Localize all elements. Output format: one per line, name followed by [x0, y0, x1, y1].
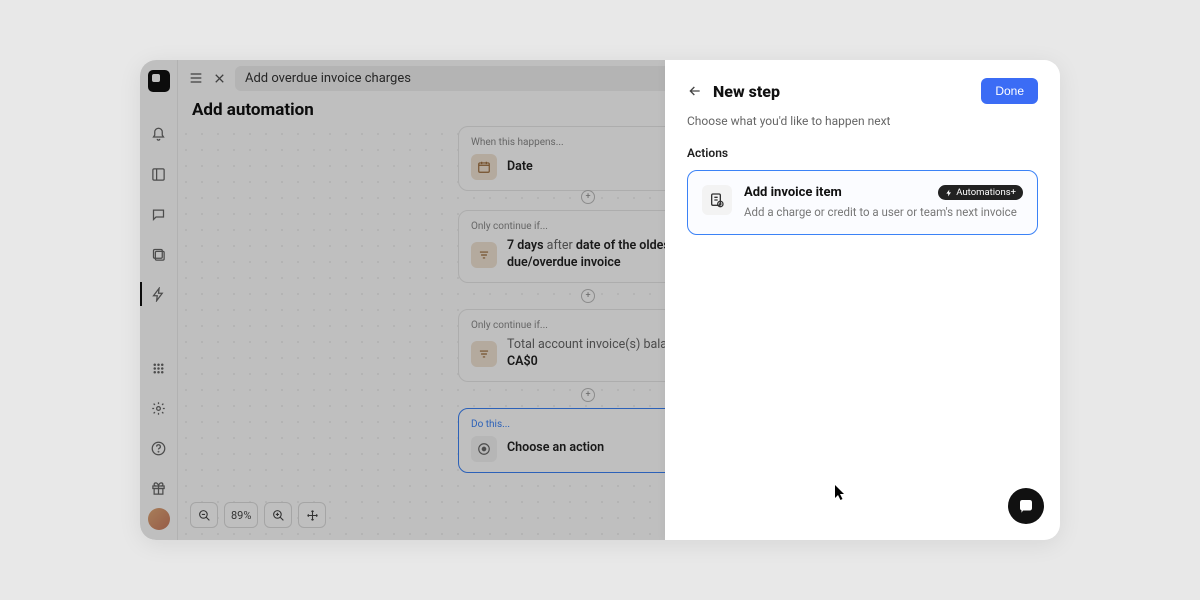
cursor-icon — [835, 485, 847, 505]
plan-badge: Automations+ — [938, 185, 1023, 200]
bell-icon[interactable] — [151, 126, 167, 142]
app-window: Add overdue invoice charges Paused Add a… — [140, 60, 1060, 540]
filter-icon — [471, 341, 497, 367]
card-text: Date — [507, 159, 533, 176]
gear-icon[interactable] — [151, 400, 167, 416]
add-step-button[interactable]: + — [581, 289, 595, 303]
automation-icon[interactable] — [151, 286, 167, 302]
zoom-controls: 89% — [190, 502, 326, 528]
action-title: Add invoice item — [744, 185, 842, 200]
avatar[interactable] — [148, 508, 170, 530]
zoom-in-button[interactable] — [264, 502, 292, 528]
back-button[interactable] — [687, 83, 703, 99]
action-option-add-invoice-item[interactable]: Add invoice item Automations+ Add a char… — [687, 170, 1038, 235]
gift-icon[interactable] — [151, 480, 167, 496]
invoice-icon — [702, 185, 732, 215]
layout-icon[interactable] — [151, 166, 167, 182]
chat-launcher[interactable] — [1008, 488, 1044, 524]
panel-title: New step — [713, 82, 971, 101]
card-text: Choose an action — [507, 440, 604, 457]
breadcrumb-text: Add overdue invoice charges — [245, 71, 411, 86]
grid-icon[interactable] — [151, 360, 167, 376]
app-logo[interactable] — [148, 70, 170, 92]
close-icon[interactable] — [212, 71, 227, 86]
add-step-button[interactable]: + — [581, 388, 595, 402]
done-button[interactable]: Done — [981, 78, 1038, 104]
filter-icon — [471, 242, 497, 268]
add-step-button[interactable]: + — [581, 190, 595, 204]
left-sidebar — [140, 60, 178, 540]
zoom-out-button[interactable] — [190, 502, 218, 528]
panel-subtitle: Choose what you'd like to happen next — [687, 114, 1038, 128]
section-label: Actions — [687, 146, 1038, 160]
calendar-icon — [471, 154, 497, 180]
hamburger-icon[interactable] — [188, 70, 204, 86]
message-icon[interactable] — [151, 206, 167, 222]
action-icon — [471, 436, 497, 462]
help-icon[interactable] — [151, 440, 167, 456]
stack-icon[interactable] — [151, 246, 167, 262]
move-button[interactable] — [298, 502, 326, 528]
side-panel: New step Done Choose what you'd like to … — [665, 60, 1060, 540]
zoom-level[interactable]: 89% — [224, 502, 258, 528]
action-description: Add a charge or credit to a user or team… — [744, 204, 1023, 220]
